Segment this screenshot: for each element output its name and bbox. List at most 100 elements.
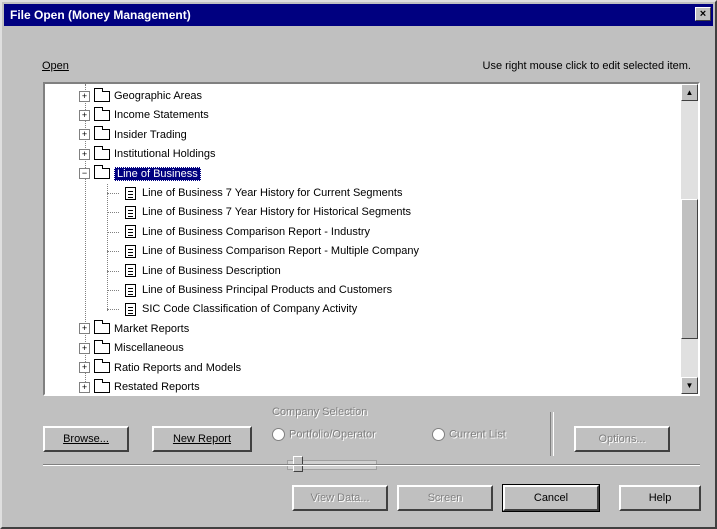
folder-label: Market Reports xyxy=(114,322,190,335)
document-icon xyxy=(125,225,136,239)
folder-label: Income Statements xyxy=(114,109,209,122)
radio-portfolio[interactable]: Portfolio/Operator xyxy=(272,428,376,441)
folder-icon xyxy=(94,145,110,160)
company-selection-label: Company Selection xyxy=(272,406,368,418)
horizontal-separator xyxy=(43,464,700,466)
folder-icon xyxy=(94,339,110,354)
child-branch xyxy=(107,270,119,272)
report-item[interactable]: Line of Business 7 Year History for Hist… xyxy=(125,203,411,221)
folder-icon xyxy=(94,126,110,141)
report-tree[interactable]: + Geographic Areas + Income Statements + In… xyxy=(45,84,681,394)
radio-portfolio-label: Portfolio/Operator xyxy=(289,428,376,441)
tree-folder[interactable]: + Income Statements xyxy=(79,106,209,124)
tree-folder[interactable]: + Geographic Areas xyxy=(79,87,202,105)
expand-toggle[interactable]: + xyxy=(79,362,90,374)
hint-text: Use right mouse click to edit selected i… xyxy=(482,60,691,72)
report-item[interactable]: Line of Business Description xyxy=(125,262,281,280)
report-item[interactable]: Line of Business 7 Year History for Curr… xyxy=(125,184,402,202)
new-report-button[interactable]: New Report xyxy=(152,426,252,452)
report-label: Line of Business Comparison Report - Ind… xyxy=(142,225,371,238)
expand-toggle[interactable]: + xyxy=(79,90,90,102)
radio-current-list-dot xyxy=(432,428,445,441)
new-report-label: New Report xyxy=(172,433,232,445)
screen-label: Screen xyxy=(427,492,463,504)
file-open-dialog: File Open (Money Management) × Open Use … xyxy=(0,0,717,529)
child-connector xyxy=(107,184,108,311)
expand-toggle[interactable]: + xyxy=(79,129,90,141)
report-label: Line of Business Description xyxy=(142,264,281,277)
report-item[interactable]: SIC Code Classification of Company Activ… xyxy=(125,300,357,318)
report-label: Line of Business 7 Year History for Curr… xyxy=(142,187,403,199)
options-label: Options... xyxy=(598,433,646,445)
selected-folder-label: Line of Business xyxy=(114,166,201,181)
screen-button[interactable]: Screen xyxy=(397,485,493,511)
folder-icon xyxy=(94,359,110,374)
cancel-button[interactable]: Cancel xyxy=(502,484,600,512)
report-label: Line of Business Principal Products and … xyxy=(142,284,393,296)
close-button[interactable]: × xyxy=(695,7,711,21)
folder-label: Geographic Areas xyxy=(114,90,203,102)
child-branch xyxy=(107,309,119,311)
view-data-button[interactable]: View Data... xyxy=(292,485,388,511)
tree-folder[interactable]: + Insider Trading xyxy=(79,126,187,144)
folder-icon xyxy=(94,106,110,121)
document-icon xyxy=(125,186,136,200)
expand-toggle[interactable]: + xyxy=(79,148,90,160)
report-tree-box: + Geographic Areas + Income Statements + In… xyxy=(43,82,700,396)
report-item[interactable]: Line of Business Principal Products and … xyxy=(125,281,392,299)
open-label: Open xyxy=(42,60,69,72)
scroll-down-button[interactable]: ▼ xyxy=(681,377,698,394)
document-icon xyxy=(125,264,136,278)
scroll-thumb[interactable] xyxy=(681,199,698,339)
expand-toggle[interactable]: + xyxy=(79,109,90,121)
radio-current-list[interactable]: Current List xyxy=(432,428,506,441)
expand-toggle[interactable]: + xyxy=(79,323,90,335)
help-label: Help xyxy=(648,492,672,504)
tree-folder-expanded[interactable]: − Line of Business xyxy=(79,165,201,183)
folder-label: Insider Trading xyxy=(114,128,187,141)
child-branch xyxy=(107,193,119,194)
document-icon xyxy=(125,205,136,219)
radio-portfolio-dot xyxy=(272,428,285,441)
expand-toggle[interactable]: + xyxy=(79,381,90,393)
document-icon xyxy=(125,302,136,316)
child-branch xyxy=(107,212,119,214)
report-item[interactable]: Line of Business Comparison Report - Ind… xyxy=(125,223,370,241)
document-icon xyxy=(125,283,136,297)
folder-label: Institutional Holdings xyxy=(114,148,216,161)
vertical-separator xyxy=(550,412,554,456)
folder-label: Restated Reports xyxy=(114,381,200,393)
expand-toggle[interactable]: + xyxy=(79,342,90,354)
window-title: File Open (Money Management) xyxy=(10,8,191,22)
child-branch xyxy=(107,290,119,291)
report-item[interactable]: Line of Business Comparison Report - Mul… xyxy=(125,242,419,260)
child-branch xyxy=(107,251,119,253)
tree-folder[interactable]: + Miscellaneous xyxy=(79,339,184,357)
view-data-label: View Data... xyxy=(310,492,370,504)
tree-folder[interactable]: + Restated Reports xyxy=(79,378,200,394)
report-label: Line of Business 7 Year History for Hist… xyxy=(142,206,412,219)
tree-scrollbar[interactable]: ▲ ▼ xyxy=(681,84,698,394)
folder-icon xyxy=(94,320,110,335)
cancel-label: Cancel xyxy=(533,492,569,504)
folder-label: Ratio Reports and Models xyxy=(114,361,242,374)
folder-icon xyxy=(94,87,110,102)
tree-folder[interactable]: + Market Reports xyxy=(79,320,189,338)
radio-current-list-label: Current List xyxy=(449,428,506,441)
tree-folder[interactable]: + Institutional Holdings xyxy=(79,145,216,163)
scroll-up-button[interactable]: ▲ xyxy=(681,84,698,101)
help-button[interactable]: Help xyxy=(619,485,701,511)
options-button[interactable]: Options... xyxy=(574,426,670,452)
report-label: Line of Business Comparison Report - Mul… xyxy=(142,245,419,258)
folder-icon xyxy=(94,378,110,393)
document-icon xyxy=(125,244,136,258)
open-folder-icon xyxy=(94,165,110,180)
browse-button[interactable]: Browse... xyxy=(43,426,129,452)
title-bar: File Open (Money Management) × xyxy=(4,4,713,26)
tree-folder[interactable]: + Ratio Reports and Models xyxy=(79,359,241,377)
folder-label: Miscellaneous xyxy=(114,342,184,355)
child-branch xyxy=(107,231,119,233)
report-label: SIC Code Classification of Company Activ… xyxy=(142,303,358,316)
collapse-toggle[interactable]: − xyxy=(79,168,90,180)
browse-label: Browse... xyxy=(63,433,109,445)
